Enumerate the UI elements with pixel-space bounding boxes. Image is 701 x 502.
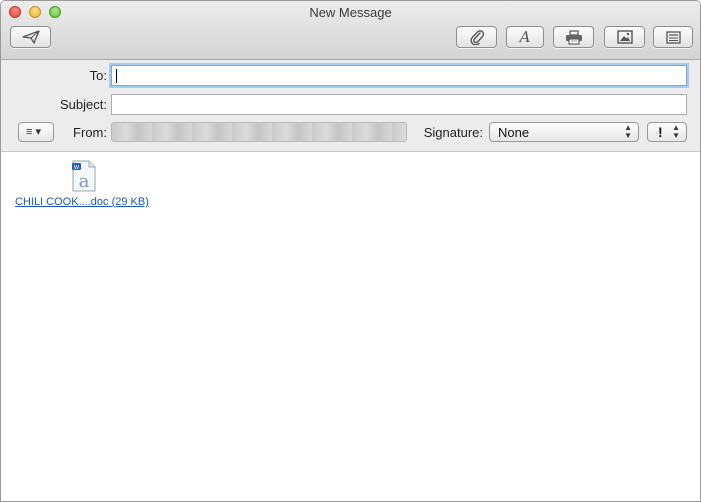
header-fields-menu[interactable]: ≡ ▾ [18, 122, 54, 142]
attachment-link[interactable]: CHILI COOK....doc (29 KB) [15, 196, 149, 208]
message-headers: To: Subject: ≡ ▾ From: Signature: None ▲… [1, 60, 700, 152]
photo-browser-icon [616, 30, 633, 44]
fonts-button[interactable]: A [506, 26, 544, 48]
svg-text:a: a [79, 171, 90, 192]
print-button[interactable] [553, 26, 594, 48]
stationery-button[interactable] [653, 26, 693, 48]
attach-button[interactable] [456, 26, 497, 48]
window-title: New Message [309, 5, 392, 20]
paperclip-icon [469, 30, 484, 45]
from-label: From: [73, 125, 107, 140]
paper-plane-icon [21, 30, 40, 44]
subject-label: Subject: [60, 97, 107, 112]
to-field[interactable] [111, 65, 687, 86]
signature-select[interactable]: None ▲ ▼ [489, 122, 639, 142]
photo-browser-button[interactable] [604, 26, 645, 48]
updown-arrows-icon: ▲ ▼ [672, 123, 680, 140]
svg-text:W: W [74, 165, 80, 171]
compose-window: New Message A To: Subject: ≡ ▾ From: Sig… [0, 0, 701, 502]
priority-select[interactable]: ! ▲ ▼ [647, 122, 687, 142]
message-body[interactable]: W a CHILI COOK....doc (29 KB) [1, 152, 700, 501]
from-account-selector[interactable] [111, 122, 407, 142]
font-A-icon: A [519, 28, 531, 46]
text-caret [116, 69, 117, 83]
updown-arrows-icon: ▲ ▼ [624, 123, 632, 140]
send-button[interactable] [10, 26, 51, 48]
title-bar: New Message A [1, 1, 700, 60]
stationery-icon [665, 30, 681, 44]
priority-icon: ! [658, 124, 663, 140]
list-options-icon: ≡ ▾ [26, 126, 41, 138]
subject-field[interactable] [111, 94, 687, 115]
word-document-icon[interactable]: W a [71, 160, 97, 192]
printer-icon [565, 29, 582, 45]
signature-value: None [498, 125, 530, 140]
signature-label: Signature: [423, 125, 483, 140]
to-label: To: [89, 68, 107, 83]
